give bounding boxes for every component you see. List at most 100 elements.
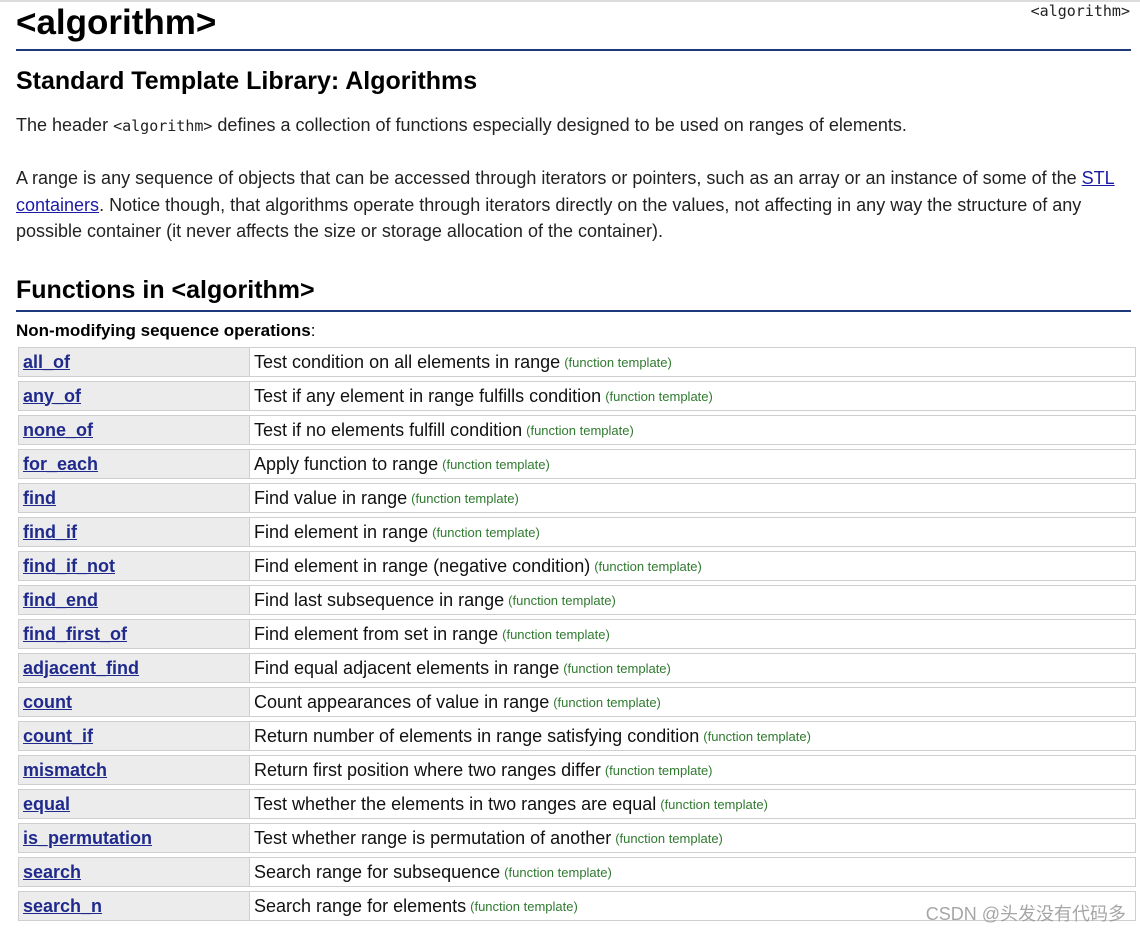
functions-table: all_of Test condition on all elements in …: [18, 347, 1136, 925]
group-label-text: Non-modifying sequence operations: [16, 321, 311, 340]
function-link-for-each[interactable]: for_each: [23, 454, 98, 475]
function-description-cell: Return number of elements in range satis…: [249, 721, 1136, 751]
function-description-cell: Search range for subsequence (function te…: [249, 857, 1136, 887]
function-description: Find element in range (negative conditio…: [254, 555, 591, 576]
functions-section-title: Functions in <algorithm>: [16, 276, 315, 304]
function-description: Return number of elements in range satis…: [254, 725, 700, 746]
table-row: search Search range for subsequence (funct…: [18, 857, 1136, 887]
function-name-cell: find: [18, 483, 249, 513]
function-kind: (function template): [553, 694, 661, 710]
function-link-find-end[interactable]: find_end: [23, 590, 98, 611]
intro-text: A range is any sequence of objects that …: [16, 168, 1082, 188]
function-description: Count appearances of value in range: [254, 691, 550, 712]
table-row: is_permutation Test whether range is perm…: [18, 823, 1136, 853]
intro-paragraph-header: The header <algorithm> defines a collect…: [16, 112, 1116, 140]
function-kind: (function template): [564, 354, 672, 370]
table-row: any_of Test if any element in range fulfi…: [18, 381, 1136, 411]
function-name-cell: find_first_of: [18, 619, 249, 649]
header-badge: <algorithm>: [1030, 2, 1130, 20]
intro-text: The header: [16, 115, 114, 135]
function-name-cell: none_of: [18, 415, 249, 445]
function-kind: (function template): [605, 388, 713, 404]
function-name-cell: search: [18, 857, 249, 887]
function-description-cell: Find last subsequence in range (function …: [249, 585, 1136, 615]
function-link-all-of[interactable]: all_of: [23, 352, 70, 373]
function-name-cell: find_end: [18, 585, 249, 615]
table-row: find_if_not Find element in range (negati…: [18, 551, 1136, 581]
function-description: Test condition on all elements in range: [254, 351, 561, 372]
function-link-search[interactable]: search: [23, 862, 81, 883]
function-description: Find value in range: [254, 487, 408, 508]
function-description: Test whether range is permutation of ano…: [254, 827, 612, 848]
function-description: Test whether the elements in two ranges …: [254, 793, 657, 814]
title-divider: [16, 49, 1131, 51]
function-kind: (function template): [470, 898, 578, 914]
function-name-cell: find_if_not: [18, 551, 249, 581]
group-label: Non-modifying sequence operations:: [16, 319, 315, 343]
function-description-cell: Test whether range is permutation of ano…: [249, 823, 1136, 853]
table-row: find Find value in range (function templat…: [18, 483, 1136, 513]
table-row: for_each Apply function to range (function…: [18, 449, 1136, 479]
function-kind: (function template): [604, 762, 713, 778]
function-name-cell: is_permutation: [18, 823, 249, 853]
intro-paragraph-range: A range is any sequence of objects that …: [16, 165, 1116, 245]
group-label-suffix: :: [310, 321, 316, 340]
function-link-adjacent-find[interactable]: adjacent_find: [23, 658, 139, 679]
function-description: Find last subsequence in range: [254, 589, 505, 610]
header-code: <algorithm>: [113, 117, 213, 135]
function-name-cell: count: [18, 687, 249, 717]
function-link-search-n[interactable]: search_n: [23, 896, 102, 917]
function-name-cell: mismatch: [18, 755, 249, 785]
function-link-any-of[interactable]: any_of: [23, 386, 81, 407]
table-row: find_if Find element in range (function te…: [18, 517, 1136, 547]
function-description: Find element in range: [254, 521, 429, 542]
function-kind: (function template): [703, 728, 811, 744]
function-description-cell: Find value in range (function template): [249, 483, 1136, 513]
function-name-cell: adjacent_find: [18, 653, 249, 683]
function-link-is-permutation[interactable]: is_permutation: [23, 828, 152, 849]
page-subtitle: Standard Template Library: Algorithms: [16, 67, 478, 95]
function-link-equal[interactable]: equal: [23, 794, 70, 815]
function-kind: (function template): [432, 524, 540, 540]
function-description-cell: Test if no elements fulfill condition (fu…: [249, 415, 1136, 445]
function-name-cell: equal: [18, 789, 249, 819]
function-kind: (function template): [504, 864, 612, 880]
function-kind: (function template): [594, 558, 702, 574]
function-description-cell: Test condition on all elements in range(…: [249, 347, 1136, 377]
function-kind: (function template): [442, 456, 550, 472]
table-row: find_first_of Find element from set in ra…: [18, 619, 1136, 649]
function-link-count-if[interactable]: count_if: [23, 726, 93, 747]
function-name-cell: search_n: [18, 891, 249, 921]
function-kind: (function template): [615, 830, 723, 846]
function-description-cell: Find equal adjacent elements in range (fu…: [249, 653, 1136, 683]
function-link-none-of[interactable]: none_of: [23, 420, 93, 441]
csdn-watermark: CSDN @头发没有代码多: [925, 904, 1126, 924]
function-description-cell: Apply function to range (function templat…: [249, 449, 1136, 479]
table-row: find_end Find last subsequence in range (f…: [18, 585, 1136, 615]
function-description-cell: Test if any element in range fulfills co…: [249, 381, 1136, 411]
function-link-find-if[interactable]: find_if: [23, 522, 77, 543]
function-link-find-first-of[interactable]: find_first_of: [23, 624, 127, 645]
table-row: count Count appearances of value in range…: [18, 687, 1136, 717]
function-link-count[interactable]: count: [23, 692, 72, 713]
function-kind: (function template): [526, 422, 634, 438]
function-description: Find element from set in range: [254, 623, 499, 644]
function-kind: (function template): [502, 626, 610, 642]
function-description-cell: Find element from set in range (function …: [249, 619, 1136, 649]
function-link-find-if-not[interactable]: find_if_not: [23, 556, 115, 577]
function-description-cell: Test whether the elements in two ranges …: [249, 789, 1136, 819]
function-kind: (function template): [508, 592, 616, 608]
intro-text: defines a collection of functions especi…: [212, 115, 907, 135]
function-description: Search range for subsequence: [254, 861, 501, 882]
function-name-cell: all_of: [18, 347, 249, 377]
function-description: Test if no elements fulfill condition: [254, 419, 523, 440]
function-link-find[interactable]: find: [23, 488, 56, 509]
function-name-cell: count_if: [18, 721, 249, 751]
table-row: none_of Test if no elements fulfill condi…: [18, 415, 1136, 445]
function-description: Apply function to range: [254, 453, 439, 474]
table-row: equal Test whether the elements in two ra…: [18, 789, 1136, 819]
intro-text: . Notice though, that algorithms operate…: [16, 194, 1082, 242]
function-description: Test if any element in range fulfills co…: [254, 385, 602, 406]
function-link-mismatch[interactable]: mismatch: [23, 760, 107, 781]
function-name-cell: for_each: [18, 449, 249, 479]
